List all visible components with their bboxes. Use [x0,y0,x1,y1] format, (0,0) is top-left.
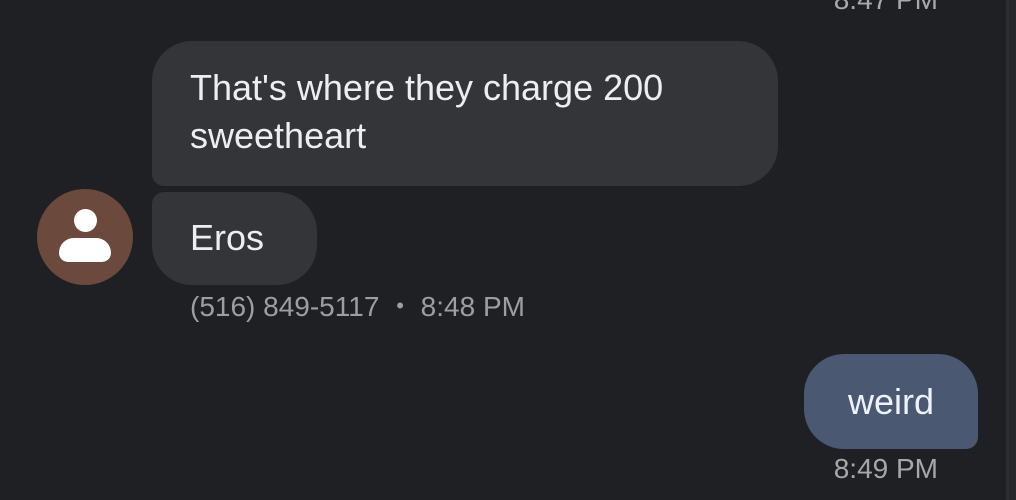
top-timestamp: 8:47 PM [834,0,938,16]
incoming-message-meta: (516) 849-5117 • 8:48 PM [190,289,525,327]
person-icon-body [59,238,111,262]
incoming-message-bubble[interactable]: Eros [152,192,317,285]
incoming-message-bubble[interactable]: That's where they charge 200 sweetheart [152,41,778,186]
contact-avatar[interactable] [37,189,133,285]
person-icon-head [74,209,97,232]
outgoing-timestamp: 8:49 PM [833,453,938,484]
meta-separator: • [396,293,404,318]
outgoing-message-bubble[interactable]: weird [804,354,978,449]
sender-phone-number: (516) 849-5117 [190,291,380,322]
message-thread[interactable]: 8:47 PM That's where they charge 200 swe… [0,0,1016,500]
scrollbar[interactable] [1006,0,1016,500]
incoming-timestamp: 8:48 PM [420,291,525,322]
